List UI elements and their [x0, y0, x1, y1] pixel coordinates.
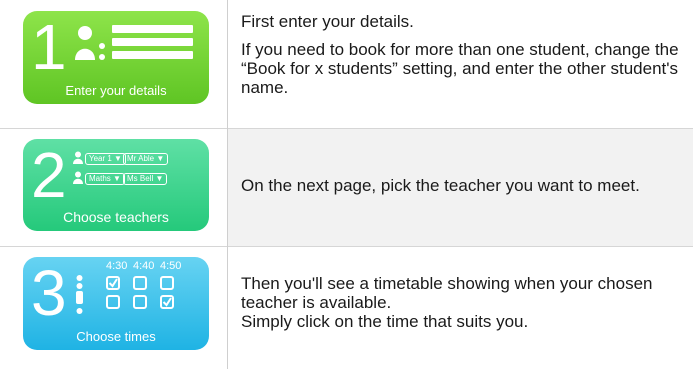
- booking-steps-table: 1 Enter your details First enter your de…: [0, 0, 693, 369]
- column-divider: [227, 0, 228, 369]
- time-label: 4:30: [106, 260, 128, 272]
- teacher-dropdown: Ms Bell ▼: [123, 173, 168, 185]
- time-label: 4:40: [133, 260, 155, 272]
- step-2-text: On the next page, pick the teacher you w…: [241, 176, 640, 195]
- step-3-number: 3: [31, 257, 67, 329]
- step-2-image-cell: 2 Year 1 ▼ Mr Able ▼ Maths ▼ Ms Bell ▼ C…: [0, 129, 227, 246]
- step-1-caption: Enter your details: [65, 83, 167, 98]
- subject-dropdown: Maths ▼: [85, 173, 125, 185]
- checkbox-grid-icon: [76, 275, 174, 314]
- teacher-dropdown: Mr Able ▼: [123, 153, 169, 165]
- person-form-icon: [75, 25, 193, 60]
- time-label: 4:50: [160, 260, 182, 272]
- step-1-tile: 1 Enter your details: [23, 11, 209, 104]
- step-3-text-line-1: Then you'll see a timetable showing when…: [241, 274, 653, 312]
- step-1-image-cell: 1 Enter your details: [0, 0, 227, 128]
- step-3-text-line-2: Simply click on the time that suits you.: [241, 312, 529, 331]
- step-1-number: 1: [31, 11, 67, 83]
- step-3-tile: 3 4:30 4:40 4:50 Choose times: [23, 257, 209, 350]
- step-2-number: 2: [31, 139, 67, 211]
- step-3-text: Then you'll see a timetable showing when…: [241, 274, 671, 331]
- step-2-tile: 2 Year 1 ▼ Mr Able ▼ Maths ▼ Ms Bell ▼ C…: [23, 139, 209, 231]
- step-2-caption: Choose teachers: [63, 209, 169, 225]
- person-icon: [73, 171, 83, 184]
- step-3-caption: Choose times: [76, 329, 156, 344]
- step-row-1: 1 Enter your details First enter your de…: [0, 0, 693, 129]
- person-icon: [73, 151, 83, 164]
- step-row-3: 3 4:30 4:40 4:50 Choose times Then you'l…: [0, 247, 693, 369]
- step-1-detail-text: If you need to book for more than one st…: [241, 40, 679, 97]
- step-row-2: 2 Year 1 ▼ Mr Able ▼ Maths ▼ Ms Bell ▼ C…: [0, 129, 693, 247]
- year-dropdown: Year 1 ▼: [85, 153, 126, 165]
- step-1-intro-text: First enter your details.: [241, 12, 414, 31]
- step-3-image-cell: 3 4:30 4:40 4:50 Choose times: [0, 247, 227, 369]
